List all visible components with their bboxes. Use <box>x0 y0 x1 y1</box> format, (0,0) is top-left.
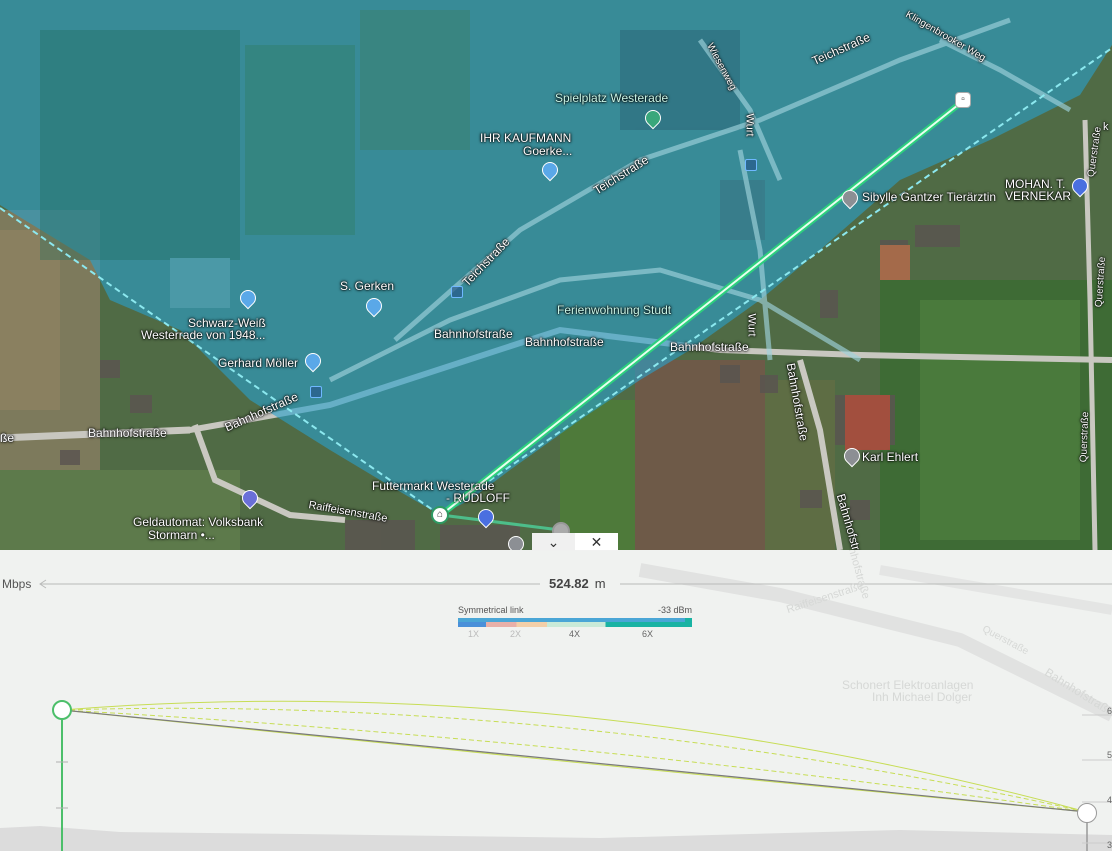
poi-label[interactable]: VERNEKAR <box>1005 189 1071 203</box>
collapse-panel-button[interactable]: ⌄ <box>532 533 575 551</box>
poi-label[interactable]: Ferienwohnung Studt <box>557 303 671 317</box>
street-label: k <box>1103 121 1109 133</box>
antenna-endpoint-icon[interactable] <box>52 700 72 720</box>
street-label: Wurt <box>743 113 756 137</box>
link-distance: 524.82 m <box>549 576 606 591</box>
ghost-map-label: Inh Michael Dolger <box>872 690 973 704</box>
street-label: ße <box>0 431 15 445</box>
poi-label[interactable]: - RUDLOFF <box>446 491 510 505</box>
poi-label[interactable]: Spielplatz Westerade <box>555 91 668 105</box>
throughput-unit-label: Mbps <box>2 577 32 591</box>
distance-value: 524.82 <box>549 576 589 591</box>
tick-label: 1X <box>468 629 480 639</box>
link-profile-panel: Schonert Elektroanlagen Inh Michael Dolg… <box>0 550 1112 851</box>
poi-label[interactable]: Goerke... <box>523 144 572 158</box>
station-device-icon[interactable]: ▫ <box>955 92 971 108</box>
map-canvas <box>0 0 1112 550</box>
signal-strength: -33 dBm <box>657 605 692 615</box>
street-label: Bahnhofstraße <box>88 426 167 440</box>
panel-controls: ⌄ ✕ <box>532 533 618 551</box>
distance-unit: m <box>594 576 606 591</box>
signal-legend: Symmetrical link -33 dBm 1X 2X 4X 6X <box>458 605 692 639</box>
bus-stop-icon[interactable] <box>310 386 322 398</box>
elevation-tick: 6 <box>1106 706 1112 716</box>
tick-label: 6X <box>642 629 654 639</box>
elevation-tick: 3 <box>1106 840 1112 850</box>
poi-label[interactable]: Sibylle Gantzer Tierärztin <box>862 190 996 204</box>
bus-stop-icon[interactable] <box>745 159 757 171</box>
street-label: Querstraße <box>1078 411 1092 463</box>
poi-label[interactable]: Gerhard Möller <box>218 356 298 370</box>
capacity-bar <box>458 618 692 627</box>
poi-label[interactable]: Geldautomat: Volksbank <box>133 515 263 529</box>
elevation-tick: 4 <box>1106 795 1112 805</box>
street-label: Bahnhofstraße <box>434 327 513 341</box>
close-panel-button[interactable]: ✕ <box>575 533 618 551</box>
link-type-label: Symmetrical link <box>458 605 524 615</box>
poi-label[interactable]: S. Gerken <box>340 279 394 293</box>
street-label: Wurt <box>745 313 758 337</box>
tick-label: 4X <box>569 629 581 639</box>
poi-label[interactable]: Westerrade von 1948... <box>141 328 266 342</box>
elevation-tick: 5 <box>1106 750 1112 760</box>
map-view[interactable]: Teichstraße Teichstraße Teichstraße Wies… <box>0 0 1112 550</box>
bus-stop-icon[interactable] <box>451 286 463 298</box>
station-endpoint-icon[interactable] <box>1077 803 1097 823</box>
poi-label[interactable]: Stormarn •... <box>148 528 215 542</box>
street-label: Bahnhofstraße <box>670 340 749 354</box>
antenna-device-icon[interactable]: ⌂ <box>431 506 449 524</box>
street-label: Bahnhofstraße <box>525 335 604 349</box>
poi-label[interactable]: Karl Ehlert <box>862 450 918 464</box>
poi-label[interactable]: IHR KAUFMANN <box>480 131 571 145</box>
tick-label: 2X <box>510 629 522 639</box>
